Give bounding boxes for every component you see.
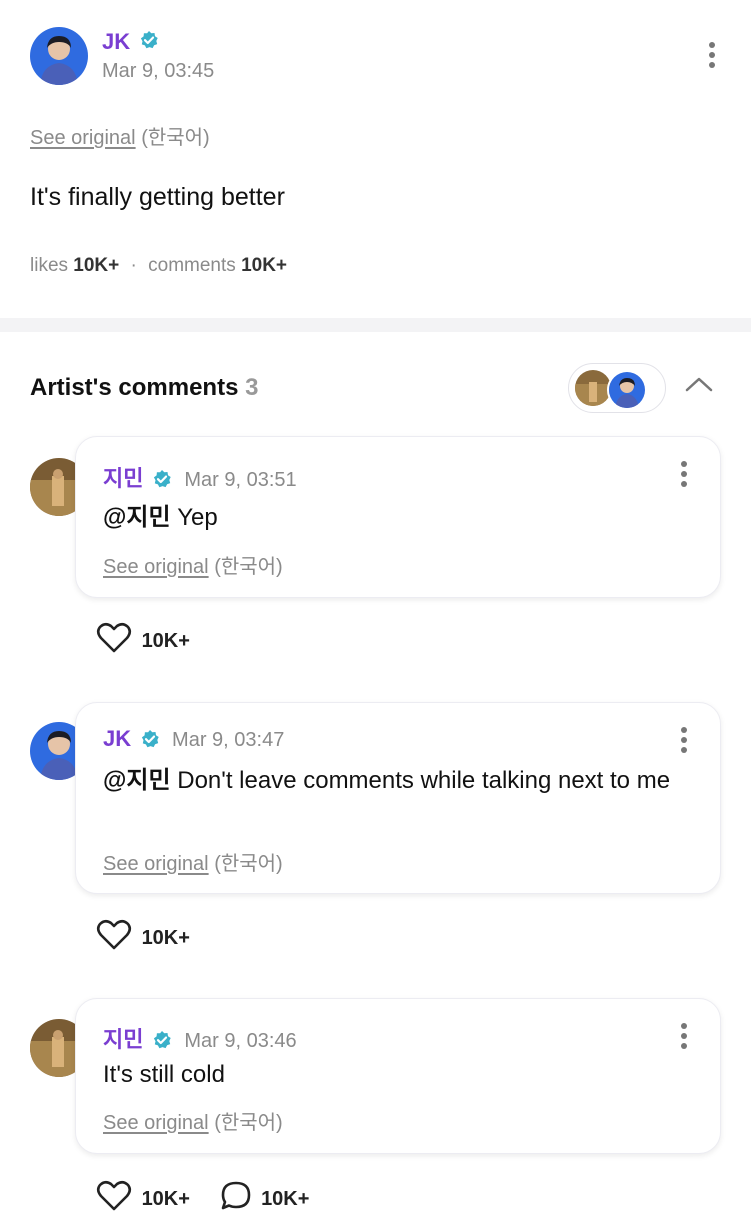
post-see-original-link[interactable]: See original xyxy=(30,127,136,149)
comment-3-language: (한국어) xyxy=(214,1112,283,1134)
comment-1-see-original-row: See original (한국어) xyxy=(103,550,283,579)
comment-3-more-options-icon[interactable] xyxy=(674,1021,694,1055)
artist-avatar-small-jimin xyxy=(575,370,611,406)
comment-1-see-original-link[interactable]: See original xyxy=(103,556,209,578)
comments-count[interactable]: 10K+ xyxy=(241,255,287,276)
comment-2-header: JK Mar 9, 03:47 xyxy=(103,726,284,754)
artist-comments-header: Artist's comments 3 xyxy=(30,374,258,402)
comment-1-header: 지민 Mar 9, 03:51 xyxy=(103,461,297,494)
post-timestamp: Mar 9, 03:45 xyxy=(102,60,215,82)
comment-2-card: JK Mar 9, 03:47 @지민 Don't leave comments… xyxy=(75,702,721,894)
comment-1-body: @지민 Yep xyxy=(103,501,683,535)
verified-badge-icon xyxy=(140,729,160,754)
comment-1-more-options-icon[interactable] xyxy=(674,459,694,493)
comment-3-card: 지민 Mar 9, 03:46 It's still cold See orig… xyxy=(75,998,721,1154)
comment-3-action-row: 10K+ 10K+ xyxy=(96,1180,309,1218)
comment-1-like-row: 10K+ xyxy=(96,622,190,660)
comment-3-author[interactable]: 지민 xyxy=(103,1027,143,1052)
section-divider xyxy=(0,318,751,332)
verified-badge-icon xyxy=(139,30,159,55)
stats-separator: · xyxy=(130,255,137,276)
likes-count[interactable]: 10K+ xyxy=(73,255,119,276)
comment-3-see-original-row: See original (한국어) xyxy=(103,1106,283,1135)
comment-2-like-count: 10K+ xyxy=(141,926,190,949)
post-more-options-icon[interactable] xyxy=(702,40,722,74)
heart-icon[interactable] xyxy=(96,919,132,957)
post-text: It's finally getting better xyxy=(30,183,285,211)
comment-2-see-original-row: See original (한국어) xyxy=(103,847,283,876)
comment-1-author[interactable]: 지민 xyxy=(103,466,143,491)
post-stats: likes 10K+ · comments 10K+ xyxy=(30,255,287,277)
post-see-original-row: See original (한국어) xyxy=(30,121,210,150)
post-author-avatar[interactable] xyxy=(30,27,88,85)
artist-avatars-pill[interactable] xyxy=(568,363,666,413)
comment-2-author[interactable]: JK xyxy=(103,726,131,751)
comment-2-more-options-icon[interactable] xyxy=(674,725,694,759)
comments-label: comments xyxy=(148,255,236,276)
comment-2-time: Mar 9, 03:47 xyxy=(172,729,285,751)
artist-avatar-small-jk xyxy=(607,370,647,410)
comment-3-like-count: 10K+ xyxy=(141,1187,190,1210)
artist-comments-count: 3 xyxy=(245,374,259,401)
comment-2-like-row: 10K+ xyxy=(96,919,190,957)
comment-1-text: Yep xyxy=(170,504,218,531)
collapse-chevron-up-icon[interactable] xyxy=(684,374,714,399)
comment-bubble-icon[interactable] xyxy=(220,1180,252,1218)
heart-icon[interactable] xyxy=(96,622,132,660)
comment-3-header: 지민 Mar 9, 03:46 xyxy=(103,1022,297,1055)
verified-badge-icon xyxy=(152,469,172,494)
comment-3-reply-count: 10K+ xyxy=(261,1187,310,1210)
artist-comments-title: Artist's comments xyxy=(30,374,239,401)
post-language-label: (한국어) xyxy=(141,127,210,149)
likes-label: likes xyxy=(30,255,69,276)
comment-1-card: 지민 Mar 9, 03:51 @지민 Yep See original (한국… xyxy=(75,436,721,598)
comment-3-body: It's still cold xyxy=(103,1061,225,1088)
comment-2-mention[interactable]: @지민 xyxy=(103,767,171,794)
comment-1-like-count: 10K+ xyxy=(141,629,190,652)
comment-3-see-original-link[interactable]: See original xyxy=(103,1112,209,1134)
comment-2-text: Don't leave comments while talking next … xyxy=(170,767,671,794)
comment-1-time: Mar 9, 03:51 xyxy=(184,469,297,491)
verified-badge-icon xyxy=(152,1030,172,1055)
comment-2-language: (한국어) xyxy=(214,853,283,875)
post-author-row: JK xyxy=(102,29,159,55)
heart-icon[interactable] xyxy=(96,1180,132,1218)
comment-2-see-original-link[interactable]: See original xyxy=(103,853,209,875)
comment-2-body: @지민 Don't leave comments while talking n… xyxy=(103,764,673,798)
post-author-name[interactable]: JK xyxy=(102,29,130,54)
comment-1-language: (한국어) xyxy=(214,556,283,578)
comment-1-mention[interactable]: @지민 xyxy=(103,504,171,531)
comment-3-time: Mar 9, 03:46 xyxy=(184,1030,297,1052)
